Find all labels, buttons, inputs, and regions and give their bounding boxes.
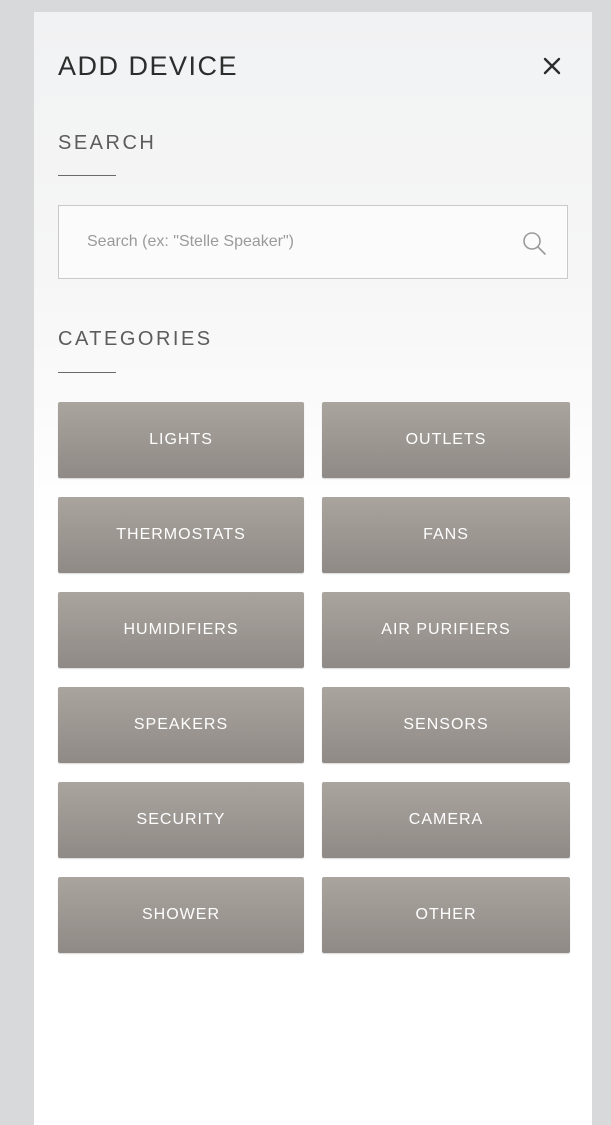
categories-label-underline — [58, 372, 116, 373]
categories-section-label: CATEGORIES — [58, 328, 213, 350]
category-humidifiers-button[interactable]: HUMIDIFIERS — [58, 592, 304, 668]
category-camera-button[interactable]: CAMERA — [322, 782, 570, 858]
category-sensors-button[interactable]: SENSORS — [322, 687, 570, 763]
panel-header: ADD DEVICE — [58, 48, 568, 84]
search-field[interactable] — [58, 205, 568, 279]
close-icon — [543, 57, 561, 75]
search-section-label: SEARCH — [58, 132, 157, 154]
category-grid: LIGHTS OUTLETS THERMOSTATS FANS HUMIDIFI… — [58, 402, 570, 953]
category-lights-button[interactable]: LIGHTS — [58, 402, 304, 478]
category-fans-button[interactable]: FANS — [322, 497, 570, 573]
search-input[interactable] — [59, 206, 567, 278]
category-thermostats-button[interactable]: THERMOSTATS — [58, 497, 304, 573]
page-title: ADD DEVICE — [58, 51, 239, 81]
search-label-underline — [58, 175, 116, 176]
category-security-button[interactable]: SECURITY — [58, 782, 304, 858]
search-icon[interactable] — [521, 230, 547, 256]
add-device-panel: ADD DEVICE SEARCH CATEGORIES LIGHTS OUTL… — [34, 12, 592, 1125]
close-button[interactable] — [536, 50, 568, 82]
category-speakers-button[interactable]: SPEAKERS — [58, 687, 304, 763]
category-outlets-button[interactable]: OUTLETS — [322, 402, 570, 478]
category-air-purifiers-button[interactable]: AIR PURIFIERS — [322, 592, 570, 668]
category-shower-button[interactable]: SHOWER — [58, 877, 304, 953]
category-other-button[interactable]: OTHER — [322, 877, 570, 953]
